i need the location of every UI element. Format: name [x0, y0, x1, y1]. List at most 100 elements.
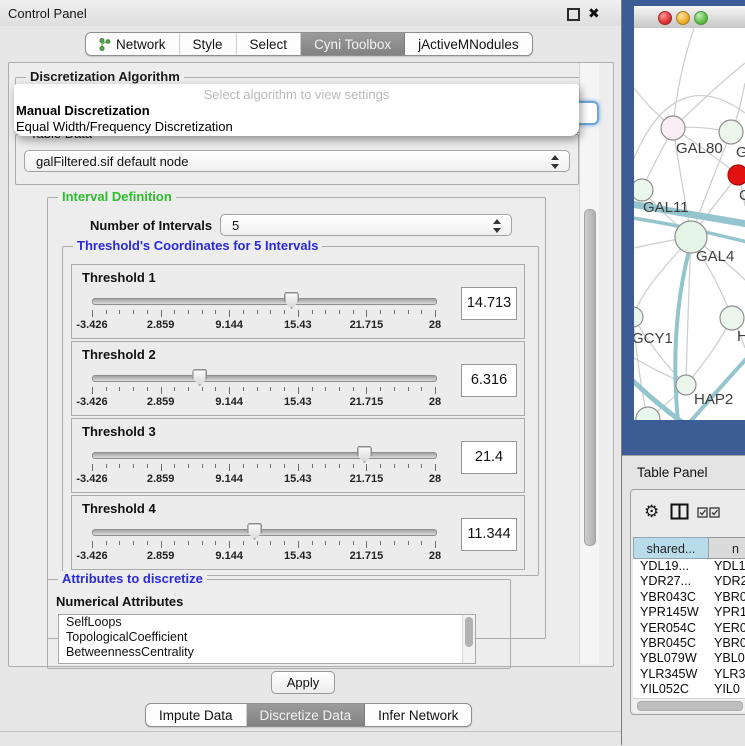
- threshold-slider[interactable]: [92, 529, 437, 536]
- tick-label: 2.859: [147, 473, 175, 485]
- tick-mark: [421, 310, 422, 314]
- tick-mark: [243, 464, 244, 468]
- tick-mark: [188, 464, 189, 468]
- slider-thumb[interactable]: [284, 292, 299, 309]
- threshold-value-field[interactable]: 14.713: [461, 287, 517, 320]
- select-columns-icon[interactable]: [697, 507, 721, 518]
- table-cell[interactable]: YBR0: [709, 590, 745, 605]
- table-cell[interactable]: YPR1: [709, 605, 745, 620]
- column-header-shared-name[interactable]: shared...: [633, 537, 709, 559]
- tick-mark: [366, 464, 367, 471]
- tab-network[interactable]: Network: [86, 33, 180, 55]
- gear-icon[interactable]: ⚙: [644, 502, 659, 522]
- tick-label: 21.715: [350, 473, 384, 485]
- table-cell[interactable]: YDL1: [709, 559, 745, 574]
- node-bottom: [636, 407, 660, 420]
- table-cell[interactable]: YBL0: [709, 651, 745, 666]
- mac-minimize-button[interactable]: [676, 11, 690, 25]
- threshold-value-field[interactable]: 6.316: [461, 364, 517, 397]
- table-row[interactable]: YDR27...YDR2: [633, 574, 745, 589]
- table-cell[interactable]: YPR145W: [633, 605, 709, 620]
- threshold-slider[interactable]: [92, 298, 437, 305]
- tab-style[interactable]: Style: [180, 33, 237, 55]
- table-cell[interactable]: YBR0: [709, 636, 745, 651]
- table-cell[interactable]: YER054C: [633, 621, 709, 636]
- dropdown-option-equal-width[interactable]: Equal Width/Frequency Discretization: [16, 119, 233, 134]
- table-row[interactable]: YLR345WYLR3: [633, 667, 745, 682]
- table-row[interactable]: YPR145WYPR1: [633, 605, 745, 620]
- attribute-list-item[interactable]: TopologicalCoefficient: [59, 630, 475, 645]
- slider-thumb[interactable]: [247, 523, 262, 540]
- slider-tick-labels: -3.4262.8599.14415.4321.71528: [92, 396, 435, 408]
- threshold-slider[interactable]: [92, 375, 437, 382]
- table-row[interactable]: YBL079WYBL0: [633, 651, 745, 666]
- algorithm-dropdown-popup: Select algorithm to view settings Manual…: [14, 84, 579, 136]
- threshold-value-field[interactable]: 11.344: [461, 518, 517, 551]
- table-cell[interactable]: YBR043C: [633, 590, 709, 605]
- attribute-list-item[interactable]: SelfLoops: [59, 615, 475, 630]
- table-cell[interactable]: YIL0: [709, 682, 745, 697]
- tab-style-label: Style: [193, 37, 223, 52]
- table-row[interactable]: YBR045CYBR0: [633, 636, 745, 651]
- tick-mark: [339, 464, 340, 468]
- table-row[interactable]: YDL19...YDL1: [633, 559, 745, 574]
- tick-mark: [284, 310, 285, 314]
- table-cell[interactable]: YBR045C: [633, 636, 709, 651]
- attribute-list-item[interactable]: BetweennessCentrality: [59, 645, 475, 660]
- tick-mark: [215, 310, 216, 314]
- threshold-value-field[interactable]: 21.4: [461, 441, 517, 474]
- tab-cyni-toolbox[interactable]: Cyni Toolbox: [301, 33, 405, 55]
- list-scrollbar[interactable]: [462, 615, 475, 663]
- close-icon[interactable]: ✖: [588, 5, 600, 22]
- cyni-toolbox-panel: Discretization Algorithm Select algorith…: [8, 62, 614, 667]
- content-scrollbar[interactable]: [579, 63, 599, 664]
- slider-thumb[interactable]: [357, 446, 372, 463]
- table-cell[interactable]: YLR3: [709, 667, 745, 682]
- tick-mark: [92, 464, 93, 471]
- tick-mark: [188, 541, 189, 545]
- tick-mark: [161, 310, 162, 317]
- tab-infer-network[interactable]: Infer Network: [365, 704, 471, 726]
- threshold-panel-3: Threshold 3 -3.4262.8599.14415.4321.7152…: [71, 418, 525, 493]
- float-window-icon[interactable]: [567, 8, 580, 21]
- table-cell[interactable]: YDL19...: [633, 559, 709, 574]
- tab-discretize-data[interactable]: Discretize Data: [247, 704, 366, 726]
- tab-jactivemnodules[interactable]: jActiveMNodules: [405, 33, 532, 55]
- table-cell[interactable]: YIL052C: [633, 682, 709, 697]
- tick-label: 15.43: [284, 396, 312, 408]
- table-data-combobox[interactable]: galFiltered.sif default node: [24, 150, 570, 172]
- network-canvas[interactable]: GAL80 GA C GAL11 GAL4 GCY1 HA HAP2: [634, 28, 745, 420]
- table-cell[interactable]: YER0: [709, 621, 745, 636]
- mac-close-button[interactable]: [658, 11, 672, 25]
- network-window-titlebar[interactable]: [634, 6, 745, 29]
- tick-mark: [298, 541, 299, 548]
- tick-mark: [215, 387, 216, 391]
- table-hscrollbar[interactable]: [633, 698, 745, 712]
- table-cell[interactable]: YBL079W: [633, 651, 709, 666]
- number-of-intervals-combobox[interactable]: 5: [220, 214, 512, 236]
- table-row[interactable]: YBR043CYBR0: [633, 590, 745, 605]
- dropdown-option-manual[interactable]: Manual Discretization: [16, 103, 150, 118]
- tab-impute-data[interactable]: Impute Data: [146, 704, 247, 726]
- table-hscrollbar-thumb[interactable]: [637, 701, 743, 711]
- discretization-algorithm-title: Discretization Algorithm: [26, 69, 184, 85]
- table-row[interactable]: YIL052CYIL0: [633, 682, 745, 697]
- tab-discretize-data-label: Discretize Data: [260, 708, 352, 723]
- tick-mark: [312, 541, 313, 545]
- tick-mark: [408, 387, 409, 391]
- tick-mark: [421, 541, 422, 545]
- threshold-slider[interactable]: [92, 452, 437, 459]
- column-header-name[interactable]: n: [709, 537, 745, 559]
- table-row[interactable]: YER054CYER0: [633, 621, 745, 636]
- split-columns-icon[interactable]: [670, 503, 689, 520]
- slider-ticks: [92, 541, 435, 549]
- table-cell[interactable]: YDR27...: [633, 574, 709, 589]
- list-scrollbar-thumb[interactable]: [465, 617, 473, 647]
- slider-thumb[interactable]: [192, 369, 207, 386]
- tab-select[interactable]: Select: [237, 33, 302, 55]
- mac-zoom-button[interactable]: [694, 11, 708, 25]
- table-cell[interactable]: YDR2: [709, 574, 745, 589]
- apply-button[interactable]: Apply: [271, 671, 335, 694]
- table-cell[interactable]: YLR345W: [633, 667, 709, 682]
- content-scrollbar-thumb[interactable]: [584, 209, 596, 546]
